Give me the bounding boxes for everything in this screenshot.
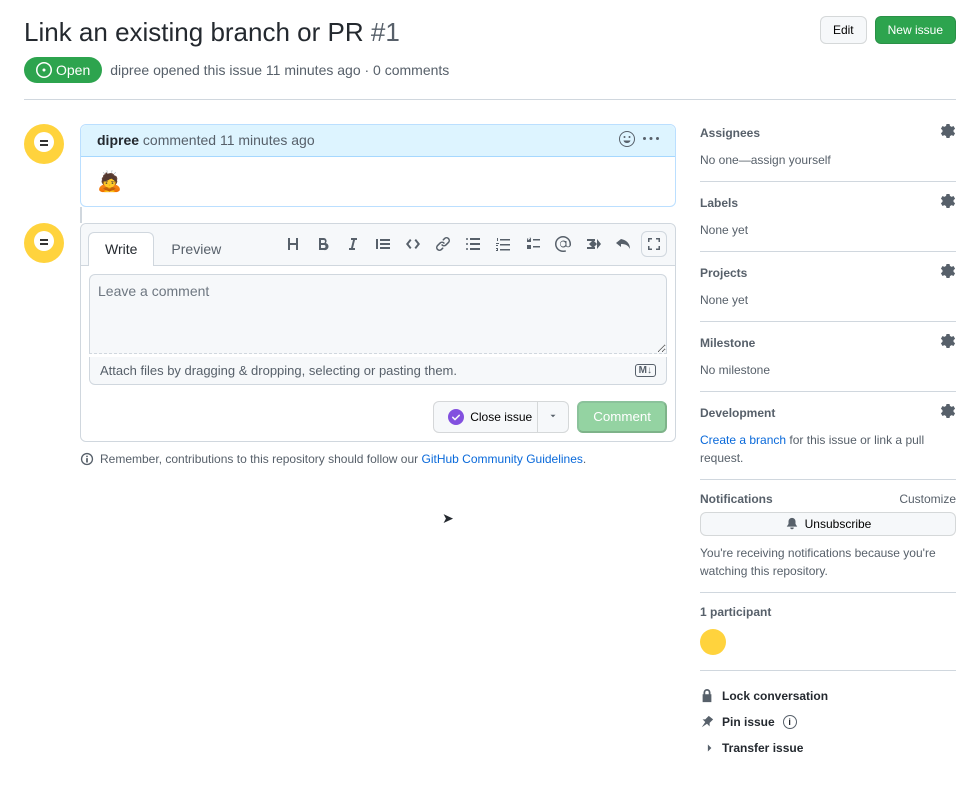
pin-label: Pin issue <box>722 715 775 729</box>
issue-open-icon <box>36 62 52 78</box>
meta-author[interactable]: dipree <box>110 62 149 78</box>
compose-box: Write Preview <box>80 223 676 442</box>
participants-title: 1 participant <box>700 605 771 619</box>
ordered-list-icon[interactable] <box>491 232 515 256</box>
assignees-body: No one—assign yourself <box>700 151 956 169</box>
issue-title: Link an existing branch or PR #1 <box>24 16 820 49</box>
edit-button[interactable]: Edit <box>820 16 867 44</box>
code-icon[interactable] <box>401 232 425 256</box>
close-issue-label: Close issue <box>470 407 532 427</box>
info-icon <box>80 452 94 466</box>
task-list-icon[interactable] <box>521 232 545 256</box>
close-issue-caret[interactable] <box>537 401 569 433</box>
new-issue-button[interactable]: New issue <box>875 16 956 44</box>
meta-rest: opened this issue 11 minutes ago · 0 com… <box>153 62 449 78</box>
notifications-note: You're receiving notifications because y… <box>700 544 956 580</box>
footer-note: Remember, contributions to this reposito… <box>80 452 676 466</box>
issue-number: #1 <box>371 17 400 47</box>
gear-icon[interactable] <box>940 334 956 353</box>
milestone-title: Milestone <box>700 336 755 350</box>
italic-icon[interactable] <box>341 232 365 256</box>
bold-icon[interactable] <box>311 232 335 256</box>
tab-preview[interactable]: Preview <box>154 232 238 265</box>
customize-link[interactable]: Customize <box>899 492 956 506</box>
labels-title: Labels <box>700 196 738 210</box>
transfer-issue[interactable]: Transfer issue <box>700 735 956 761</box>
development-title: Development <box>700 406 775 420</box>
arrow-right-icon <box>700 741 714 755</box>
avatar[interactable] <box>24 223 64 263</box>
title-text: Link an existing branch or PR <box>24 17 364 47</box>
footer-post: . <box>583 452 586 466</box>
comment-textarea[interactable] <box>89 274 667 354</box>
participant-avatar[interactable] <box>700 629 726 655</box>
unordered-list-icon[interactable] <box>461 232 485 256</box>
close-issue-button[interactable]: Close issue <box>433 401 546 433</box>
quote-icon[interactable] <box>371 232 395 256</box>
comment-header: dipree commented 11 minutes ago <box>81 125 675 157</box>
comment-button[interactable]: Comment <box>577 401 667 433</box>
status-badge: Open <box>24 57 102 83</box>
development-body: Create a branch for this issue or link a… <box>700 431 956 467</box>
gear-icon[interactable] <box>940 264 956 283</box>
status-text: Open <box>56 62 90 78</box>
transfer-label: Transfer issue <box>722 741 803 755</box>
tab-write[interactable]: Write <box>88 232 154 266</box>
attach-text: Attach files by dragging & dropping, sel… <box>100 363 457 378</box>
markdown-toolbar <box>281 231 667 257</box>
comment-box: dipree commented 11 minutes ago 🙇 <box>80 124 676 207</box>
fullscreen-icon[interactable] <box>641 231 667 257</box>
pin-icon <box>700 715 714 729</box>
create-branch-link[interactable]: Create a branch <box>700 433 786 447</box>
lock-label: Lock conversation <box>722 689 828 703</box>
labels-body: None yet <box>700 221 956 239</box>
footer-pre: Remember, contributions to this reposito… <box>100 452 422 466</box>
unsubscribe-button[interactable]: Unsubscribe <box>700 512 956 536</box>
assignees-title: Assignees <box>700 126 760 140</box>
assign-yourself-link[interactable]: assign yourself <box>751 153 831 167</box>
timeline-connector <box>80 207 676 223</box>
comment-emoji: 🙇 <box>97 171 122 193</box>
gear-icon[interactable] <box>940 194 956 213</box>
avatar[interactable] <box>24 124 64 164</box>
notifications-title: Notifications <box>700 492 773 506</box>
issue-meta: dipree opened this issue 11 minutes ago … <box>110 62 449 78</box>
unsubscribe-label: Unsubscribe <box>805 517 872 531</box>
comment-author[interactable]: dipree <box>97 132 139 148</box>
pin-issue[interactable]: Pin issue i <box>700 709 956 735</box>
reply-icon[interactable] <box>611 232 635 256</box>
markdown-icon[interactable]: M↓ <box>635 364 656 377</box>
community-guidelines-link[interactable]: GitHub Community Guidelines <box>422 452 583 466</box>
gear-icon[interactable] <box>940 124 956 143</box>
projects-title: Projects <box>700 266 747 280</box>
kebab-icon[interactable] <box>643 131 659 150</box>
mention-icon[interactable] <box>551 232 575 256</box>
attach-bar[interactable]: Attach files by dragging & dropping, sel… <box>89 357 667 385</box>
info-icon[interactable]: i <box>783 715 797 729</box>
milestone-body: No milestone <box>700 361 956 379</box>
projects-body: None yet <box>700 291 956 309</box>
lock-icon <box>700 689 714 703</box>
link-icon[interactable] <box>431 232 455 256</box>
lock-conversation[interactable]: Lock conversation <box>700 683 956 709</box>
comment-body: 🙇 <box>81 157 675 206</box>
heading-icon[interactable] <box>281 232 305 256</box>
cross-reference-icon[interactable] <box>581 232 605 256</box>
emoji-reaction-icon[interactable] <box>619 131 635 150</box>
comment-time: commented 11 minutes ago <box>143 132 315 148</box>
gear-icon[interactable] <box>940 404 956 423</box>
bell-slash-icon <box>785 517 799 531</box>
